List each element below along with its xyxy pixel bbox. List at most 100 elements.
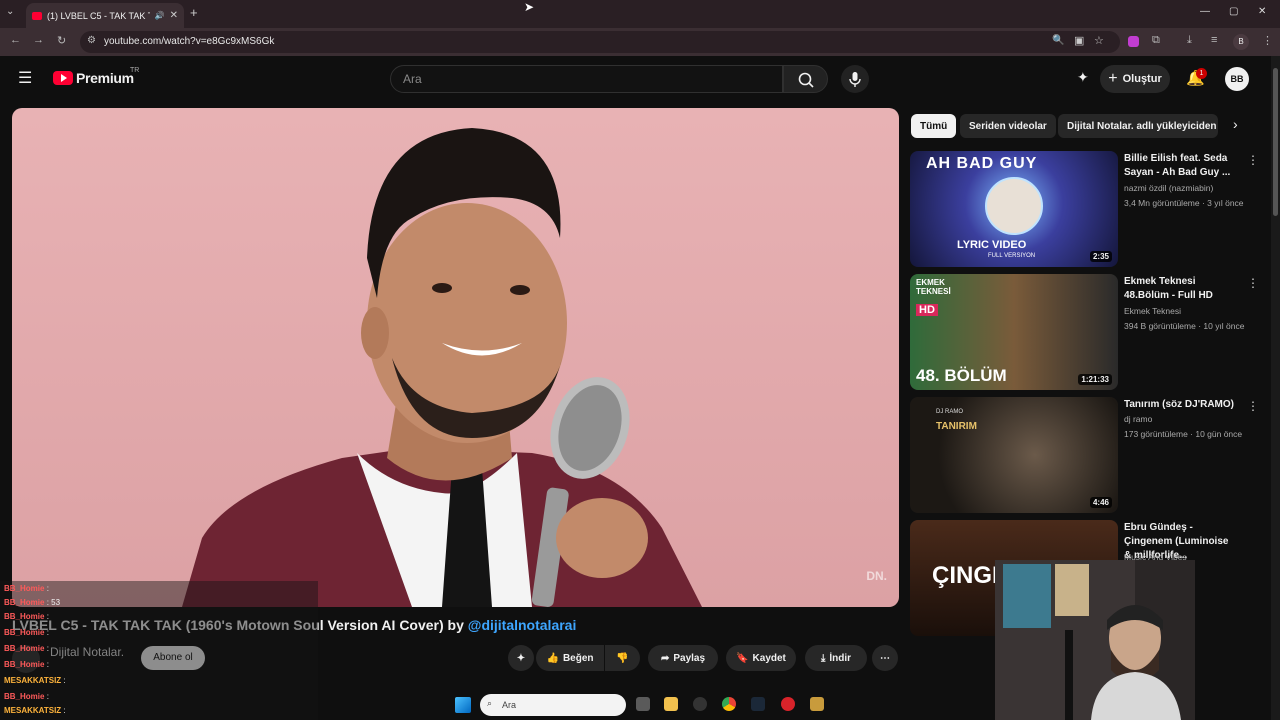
windows-start-icon[interactable]	[455, 697, 471, 713]
url-text[interactable]: youtube.com/watch?v=e8Gc9xMS6Gk	[104, 36, 274, 47]
recommendation-thumbnail[interactable]: AH BAD GUY LYRIC VIDEO FULL VERSIYON 2:3…	[910, 151, 1118, 267]
maximize-icon[interactable]: ▢	[1229, 6, 1238, 17]
file-explorer-icon[interactable]	[664, 697, 678, 711]
task-view-icon[interactable]	[636, 697, 650, 711]
youtube-logo-icon[interactable]	[53, 71, 73, 85]
recommendation-item[interactable]: AH BAD GUY LYRIC VIDEO FULL VERSIYON 2:3…	[910, 151, 1270, 267]
page-scrollbar[interactable]	[1271, 56, 1280, 720]
chat-message: MESAKKATSIZ :	[4, 706, 66, 718]
chat-username: BB_Homie	[4, 628, 45, 637]
forward-icon[interactable]: →	[33, 34, 44, 46]
create-button[interactable]: + Oluştur	[1100, 65, 1170, 93]
browser-menu-icon[interactable]: ⋮	[1262, 34, 1273, 47]
more-vertical-icon[interactable]: ⋮	[1247, 153, 1259, 167]
extensions-puzzle-icon[interactable]: ⧉	[1152, 34, 1160, 47]
close-window-icon[interactable]: ✕	[1258, 6, 1266, 17]
league-client-icon[interactable]	[810, 697, 824, 711]
recommendation-channel[interactable]: dj ramo	[1124, 414, 1152, 424]
extension-icon[interactable]	[1128, 36, 1139, 47]
recommendation-item[interactable]: DJ RAMO TANIRIM 4:46 Tanırım (söz DJ'RAM…	[910, 397, 1270, 513]
chat-message: BB_Homie :	[4, 660, 49, 672]
premium-spark-button[interactable]: ✦	[508, 645, 534, 671]
settings-icon[interactable]	[693, 697, 707, 711]
speaker-icon[interactable]: 🔊	[155, 11, 165, 20]
cast-icon[interactable]: ▣	[1074, 34, 1084, 47]
address-bar[interactable]: ⚙ youtube.com/watch?v=e8Gc9xMS6Gk 🔍 ▣ ☆	[80, 31, 1120, 53]
premium-gift-icon[interactable]: ✦	[1077, 69, 1089, 86]
recommendation-thumbnail[interactable]: DJ RAMO TANIRIM 4:46	[910, 397, 1118, 513]
downloads-icon[interactable]: ⤓	[1187, 34, 1192, 47]
voice-search-button[interactable]	[841, 65, 869, 93]
chat-username: BB_Homie	[4, 692, 45, 701]
save-button[interactable]: 🔖 Kaydet	[726, 645, 796, 671]
opera-gx-icon[interactable]	[781, 697, 795, 711]
bookmark-star-icon[interactable]: ☆	[1094, 34, 1104, 47]
tab-search-icon[interactable]: ⌄	[6, 6, 14, 17]
search-input[interactable]	[403, 72, 763, 86]
more-vertical-icon[interactable]: ⋮	[1247, 399, 1259, 413]
recommendation-title[interactable]: Tanırım (söz DJ'RAMO)	[1124, 398, 1236, 412]
chat-text: :	[46, 584, 49, 593]
create-label: Oluştur	[1122, 73, 1162, 85]
search-button[interactable]	[783, 65, 828, 93]
thumb-sub2: FULL VERSIYON	[988, 253, 1036, 259]
notification-count-badge: 1	[1196, 68, 1207, 79]
chat-text: : 53	[46, 598, 61, 607]
profile-icon[interactable]: B	[1233, 34, 1249, 50]
chat-username: BB_Homie	[4, 612, 45, 621]
recommendation-thumbnail[interactable]: EKMEK TEKNESİ HD 48. BÖLÜM 1:21:33	[910, 274, 1118, 390]
close-tab-icon[interactable]: ✕	[170, 10, 178, 21]
search-icon	[798, 72, 814, 88]
hamburger-menu-icon[interactable]: ☰	[18, 68, 32, 88]
new-tab-icon[interactable]: +	[190, 5, 198, 20]
thumb-title: TANIRIM	[936, 421, 977, 432]
media-control-icon[interactable]: ≡	[1211, 34, 1217, 46]
thumb-sub2: HD	[916, 304, 938, 316]
dislike-button[interactable]: 👎	[605, 645, 640, 671]
windows-taskbar: ⌕ Ara	[440, 690, 840, 720]
taskbar-search-placeholder: Ara	[502, 700, 517, 710]
reload-icon[interactable]: ↻	[57, 34, 66, 47]
youtube-logo-text[interactable]: Premium	[76, 70, 134, 86]
browser-tab[interactable]: (1) LVBEL C5 - TAK TAK TAK 🔊 ✕	[26, 3, 184, 28]
search-box[interactable]	[390, 65, 783, 93]
zoom-icon[interactable]: 🔍	[1052, 35, 1064, 46]
taskbar-search[interactable]: ⌕ Ara	[480, 694, 626, 716]
recommendation-channel[interactable]: nazmi özdil (nazmiabin)	[1124, 183, 1213, 193]
chat-username: BB_Homie	[4, 584, 45, 593]
site-info-icon[interactable]: ⚙	[87, 35, 96, 46]
save-label: Kaydet	[752, 652, 786, 664]
recommendation-item[interactable]: EKMEK TEKNESİ HD 48. BÖLÜM 1:21:33 Ekmek…	[910, 274, 1270, 390]
back-icon[interactable]: ←	[10, 34, 21, 46]
thumb-sub: EKMEK TEKNESİ	[916, 278, 951, 296]
like-label: Beğen	[562, 652, 594, 664]
scrollbar-thumb[interactable]	[1273, 68, 1278, 216]
share-button[interactable]: ➦ Paylaş	[648, 645, 718, 671]
recommendation-title[interactable]: Ekmek Teknesi 48.Bölüm - Full HD	[1124, 275, 1236, 303]
chat-username: BB_Homie	[4, 660, 45, 669]
chat-text: :	[46, 644, 49, 653]
chip-uploader[interactable]: Dijital Notalar. adlı yükleyiciden	[1058, 114, 1218, 138]
like-button[interactable]: 👍 Beğen	[536, 645, 604, 671]
video-player[interactable]: DN.	[12, 108, 899, 607]
duration-badge: 4:46	[1089, 497, 1112, 508]
chat-message: BB_Homie :	[4, 584, 49, 596]
download-icon: ⤓	[820, 652, 826, 664]
download-button[interactable]: ⤓ İndir	[805, 645, 867, 671]
chrome-icon[interactable]	[722, 697, 736, 711]
chips-next-chevron-icon[interactable]: ›	[1233, 116, 1238, 132]
chip-all[interactable]: Tümü	[911, 114, 957, 138]
recommendation-channel[interactable]: Ekmek Teknesi	[1124, 306, 1181, 316]
avatar[interactable]: BB	[1225, 67, 1249, 91]
more-vertical-icon[interactable]: ⋮	[1247, 276, 1259, 290]
chip-series[interactable]: Seriden videolar	[960, 114, 1056, 138]
recommendation-meta: 394 B görüntüleme · 10 yıl önce	[1124, 321, 1245, 331]
more-actions-button[interactable]: ⋯	[872, 645, 898, 671]
steam-icon[interactable]	[751, 697, 765, 711]
minimize-icon[interactable]: —	[1200, 6, 1210, 17]
youtube-header: ☰ Premium TR ✦ + Oluştur 🔔 1 BB	[0, 56, 1270, 104]
video-title-link[interactable]: @dijitalnotalarai	[468, 617, 577, 633]
recommendation-title[interactable]: Billie Eilish feat. Seda Sayan - Ah Bad …	[1124, 152, 1236, 180]
region-code: TR	[130, 67, 140, 74]
chat-message: BB_Homie :	[4, 692, 49, 704]
